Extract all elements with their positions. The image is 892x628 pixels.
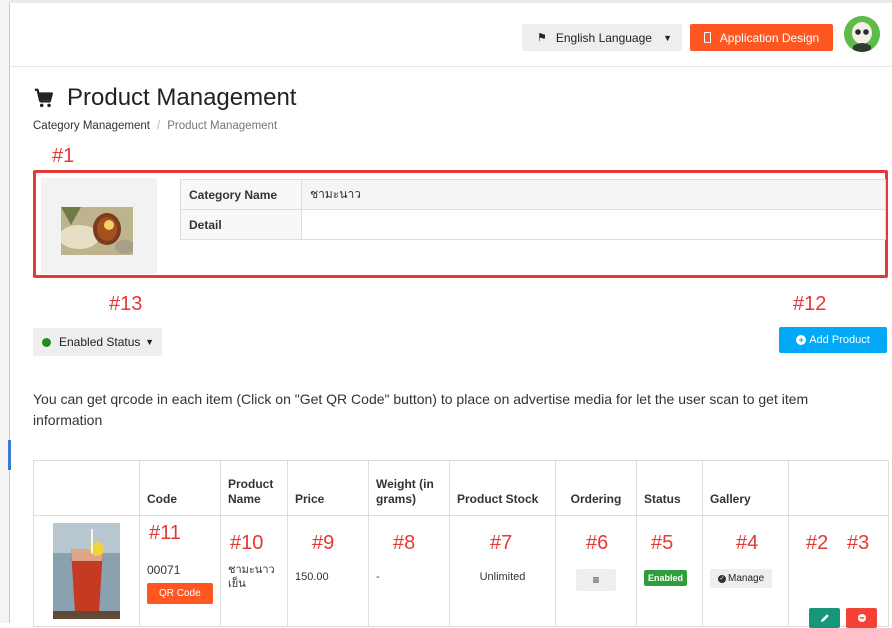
status-badge[interactable]: Enabled — [644, 570, 688, 586]
product-stock: Unlimited — [479, 571, 526, 583]
category-detail-value — [301, 209, 886, 240]
breadcrumb-category-management[interactable]: Category Management — [33, 120, 150, 132]
product-price: 150.00 — [295, 571, 329, 583]
category-detail-label: Detail — [180, 209, 302, 240]
delete-button[interactable] — [846, 608, 877, 628]
user-avatar[interactable] — [844, 16, 880, 52]
gallery-manage-button[interactable]: ✓ Manage — [710, 568, 773, 588]
caret-down-icon: ▼ — [663, 32, 672, 43]
category-name-value: ชามะนาว — [301, 179, 886, 210]
product-image-cell — [33, 515, 140, 627]
plus-circle-icon: + — [796, 335, 807, 345]
product-code: 00071 — [147, 562, 181, 577]
add-product-button[interactable]: + Add Product — [779, 327, 887, 353]
col-status-header: Status — [636, 460, 703, 516]
col-ordering-header: Ordering — [555, 460, 637, 516]
callout-10: #10 — [230, 532, 264, 554]
table-row: #11 00071 QR Code #10 ชามะนาวเย็น #9 150… — [33, 515, 889, 628]
col-weight-header: Weight (in grams) — [368, 460, 450, 516]
breadcrumb-separator: / — [156, 120, 161, 132]
pencil-icon — [820, 614, 829, 622]
product-name: ชามะนาวเย็น — [228, 564, 275, 590]
language-dropdown[interactable]: ⚑ English Language ▼ — [522, 24, 682, 51]
product-price-cell: #9 150.00 — [287, 515, 369, 627]
callout-1: #1 — [52, 145, 75, 167]
callout-4: #4 — [736, 532, 759, 554]
callout-8: #8 — [393, 532, 416, 554]
breadcrumb: Category Management / Product Management — [33, 120, 277, 132]
device-icon — [703, 32, 711, 43]
qr-info-text: You can get qrcode in each item (Click o… — [33, 391, 809, 428]
application-design-label: Application Design — [719, 30, 820, 45]
callout-3: #3 — [847, 532, 870, 554]
callout-9: #9 — [312, 532, 335, 554]
category-name-row: Category Name ชามะนาว — [180, 179, 886, 210]
col-name-header: Product Name — [220, 460, 288, 516]
callout-6: #6 — [586, 532, 609, 554]
col-code-header: Code — [139, 460, 221, 516]
page-title: Product Management — [67, 84, 297, 111]
product-code-cell: #11 00071 QR Code — [139, 515, 221, 627]
reorder-handle[interactable]: ≡ — [576, 569, 616, 591]
status-dot-icon — [42, 337, 51, 347]
callout-12: #12 — [793, 293, 827, 315]
top-bar: ⚑ English Language ▼ Application Design — [10, 3, 892, 67]
page-header: Product Management — [33, 84, 296, 112]
shopping-cart-icon — [34, 88, 53, 108]
product-name-cell: #10 ชามะนาวเย็น — [220, 515, 288, 627]
col-gallery-header: Gallery — [702, 460, 789, 516]
qr-code-button[interactable]: QR Code — [147, 582, 213, 604]
category-info-panel: Category Name ชามะนาว Detail — [33, 170, 888, 278]
product-weight-cell: #8 - — [368, 515, 450, 627]
product-actions-cell: #2 #3 — [788, 515, 889, 628]
gallery-manage-label: Manage — [728, 572, 765, 584]
product-stock-cell: #7 Unlimited — [449, 515, 556, 627]
avatar-icon — [844, 16, 880, 52]
product-weight: - — [376, 571, 380, 583]
add-product-label: Add Product — [809, 334, 870, 346]
callout-5: #5 — [651, 532, 674, 554]
reorder-icon: ≡ — [592, 573, 600, 587]
product-status-cell: #5 Enabled — [636, 515, 703, 627]
callout-2: #2 — [806, 532, 829, 554]
breadcrumb-product-management: Product Management — [167, 120, 278, 132]
col-stock-header: Product Stock — [449, 460, 556, 516]
category-name-label: Category Name — [180, 179, 302, 210]
col-price-header: Price — [287, 460, 369, 516]
window-left-frame — [0, 0, 10, 623]
category-image — [61, 207, 133, 255]
delete-icon — [857, 614, 866, 622]
caret-down-icon: ▼ — [145, 337, 154, 347]
callout-13: #13 — [109, 293, 143, 315]
callout-7: #7 — [490, 532, 513, 554]
language-label: English Language — [555, 30, 652, 45]
status-filter-dropdown[interactable]: Enabled Status ▼ — [33, 328, 162, 356]
application-design-button[interactable]: Application Design — [690, 24, 833, 51]
category-detail-row: Detail — [180, 209, 886, 240]
flag-icon: ⚑ — [537, 32, 547, 44]
scroll-marker — [8, 440, 11, 470]
product-gallery-cell: #4 ✓ Manage — [702, 515, 789, 627]
check-circle-icon: ✓ — [718, 574, 726, 583]
product-ordering-cell: #6 ≡ — [555, 515, 637, 627]
callout-11: #11 — [149, 522, 181, 544]
product-image — [53, 523, 120, 619]
product-table: Code Product Name Price Weight (in grams… — [33, 460, 889, 628]
edit-button[interactable] — [809, 608, 840, 628]
category-details-table: Category Name ชามะนาว Detail — [180, 179, 886, 240]
category-image-frame — [41, 178, 157, 274]
col-image-header — [33, 460, 140, 516]
col-actions-header — [788, 460, 889, 516]
status-filter-label: Enabled Status — [59, 335, 141, 349]
table-header-row: Code Product Name Price Weight (in grams… — [33, 460, 889, 516]
